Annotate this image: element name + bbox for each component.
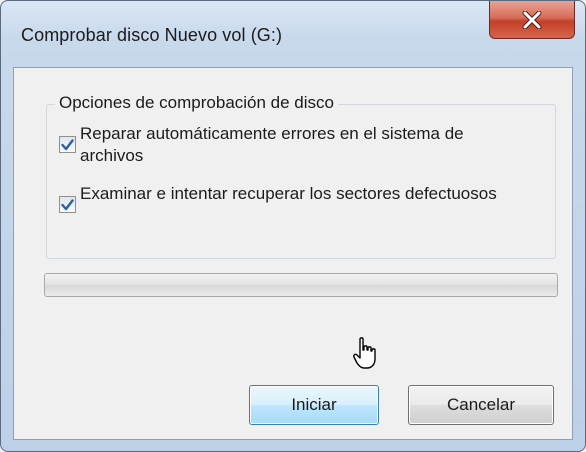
repair-errors-checkbox[interactable] — [59, 136, 76, 153]
close-button[interactable] — [489, 1, 575, 39]
repair-errors-label: Reparar automáticamente errores en el si… — [80, 124, 464, 165]
cancel-button[interactable]: Cancelar — [408, 385, 554, 425]
title-bar[interactable]: Comprobar disco Nuevo vol (G:) — [1, 1, 585, 71]
disk-check-options-group: Opciones de comprobación de disco Repara… — [46, 93, 556, 259]
option-repair-errors[interactable]: Reparar automáticamente errores en el si… — [59, 123, 500, 167]
group-legend: Opciones de comprobación de disco — [55, 93, 338, 113]
checkmark-icon — [61, 198, 74, 210]
close-icon — [522, 10, 542, 29]
checkmark-icon — [61, 138, 74, 150]
window-title: Comprobar disco Nuevo vol (G:) — [21, 25, 283, 45]
dialog-client-area: Opciones de comprobación de disco Repara… — [13, 67, 573, 440]
dialog-window: Comprobar disco Nuevo vol (G:) Opciones … — [0, 0, 586, 452]
recover-sectors-label: Examinar e intentar recuperar los sector… — [80, 184, 497, 203]
hand-cursor-icon — [353, 337, 376, 369]
start-button[interactable]: Iniciar — [249, 385, 379, 425]
option-recover-sectors[interactable]: Examinar e intentar recuperar los sector… — [59, 183, 500, 213]
check-progress-bar — [44, 273, 558, 297]
recover-sectors-checkbox[interactable] — [59, 196, 76, 213]
